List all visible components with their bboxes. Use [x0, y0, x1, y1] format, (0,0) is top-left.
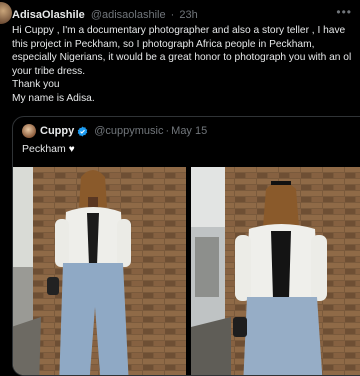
author-name[interactable]: AdisaOlashile — [12, 9, 85, 21]
quoted-tweet-card[interactable]: Cuppy @cuppymusic · May 15 Peckham ♥ — [12, 116, 360, 376]
photo-right[interactable] — [189, 167, 360, 375]
quote-author-name[interactable]: Cuppy — [40, 125, 74, 137]
avatar[interactable] — [22, 124, 36, 138]
tweet-text: Hi Cuppy , I'm a documentary photographe… — [12, 25, 352, 104]
quote-header: Cuppy @cuppymusic · May 15 — [22, 124, 207, 138]
verified-badge-icon — [77, 126, 88, 137]
author-handle[interactable]: @adisaolashile — [91, 9, 166, 21]
photo-left[interactable] — [13, 167, 186, 375]
separator-dot: · — [165, 125, 170, 137]
quote-text: Peckham ♥ — [22, 143, 75, 155]
quote-date[interactable]: May 15 — [171, 125, 207, 137]
separator-dot: · — [170, 9, 175, 21]
quote-text-label: Peckham — [22, 143, 66, 155]
post-time[interactable]: 23h — [179, 9, 197, 21]
quote-handle[interactable]: @cuppymusic — [94, 125, 163, 137]
reply-header: AdisaOlashile @adisaolashile · 23h — [12, 9, 198, 21]
reply-avatar[interactable] — [0, 2, 12, 24]
white-heart-icon: ♥ — [68, 144, 75, 155]
more-horizontal-icon[interactable]: ••• — [336, 5, 352, 19]
